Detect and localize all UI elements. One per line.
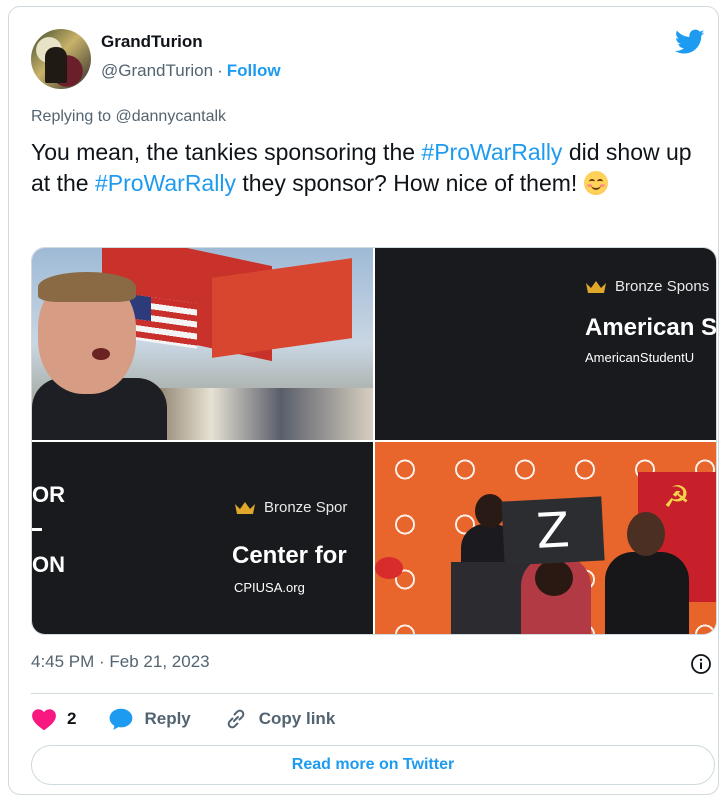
sign-holder-head — [535, 560, 573, 596]
logo-rule — [32, 528, 42, 531]
sponsor-org-url: AmericanStudentU — [585, 350, 695, 365]
sponsor-tier-label: Bronze Spons — [615, 278, 710, 295]
reply-button[interactable]: Reply — [108, 707, 191, 731]
foreground-man — [605, 512, 689, 634]
hashtag-link[interactable]: #ProWarRally — [421, 139, 562, 165]
crown-icon — [235, 501, 255, 514]
tweet-text-part: they sponsor? How nice of them! — [235, 170, 584, 196]
media-photo-sponsor-slide[interactable]: OR ON Bronze Spor Center for CPIUSA.org — [32, 442, 373, 634]
crowd — [142, 388, 373, 440]
display-name[interactable]: GrandTurion — [101, 32, 203, 52]
smiling-face-emoji-icon — [583, 171, 608, 195]
copy-link-button[interactable]: Copy link — [223, 707, 336, 731]
avatar[interactable] — [31, 29, 91, 89]
media-grid: Bronze Spons American S AmericanStudentU… — [31, 247, 717, 635]
media-photo-sponsor-slide[interactable]: Bronze Spons American S AmericanStudentU — [375, 248, 717, 440]
z-sign: Z — [501, 496, 605, 566]
handle[interactable]: @GrandTurion — [101, 61, 213, 80]
media-photo-stage[interactable]: ☭ Z — [375, 442, 716, 634]
sponsor-tier-row: Bronze Spons — [585, 278, 709, 295]
red-cap — [375, 557, 403, 579]
link-icon — [227, 709, 245, 729]
action-bar: 2 Reply Copy link — [31, 704, 367, 734]
hashtag-link[interactable]: #ProWarRally — [95, 170, 236, 196]
tweet-text: You mean, the tankies sponsoring the #Pr… — [31, 137, 701, 199]
hammer-sickle-icon: ☭ — [663, 481, 690, 514]
info-icon[interactable] — [690, 653, 712, 675]
copy-link-label: Copy link — [258, 709, 336, 728]
reply-label: Reply — [144, 709, 191, 728]
replying-to[interactable]: Replying to @dannycantalk — [31, 108, 226, 126]
sponsor-tier-label: Bronze Spor — [264, 499, 348, 516]
logo-fragment: OR — [32, 482, 65, 507]
sponsor-org-name: American S — [585, 314, 717, 341]
separator: · — [217, 61, 223, 80]
tweet-text-part: You mean, the tankies sponsoring the — [31, 139, 422, 165]
twitter-bird-icon[interactable] — [675, 29, 705, 55]
media-photo-rally[interactable] — [32, 248, 373, 440]
heart-icon — [32, 709, 56, 731]
sponsor-org-name: Center for — [232, 542, 347, 569]
like-button[interactable]: 2 — [31, 707, 76, 731]
tweet-card: GrandTurion @GrandTurion · Follow Replying… — [8, 6, 719, 795]
avatar-figure — [45, 47, 67, 83]
sponsor-tier-row: Bronze Spor — [234, 499, 347, 516]
divider — [31, 693, 713, 694]
logo-fragment: ON — [32, 552, 65, 577]
reply-bubble-icon — [110, 708, 133, 730]
tweet-timestamp[interactable]: 4:45 PM · Feb 21, 2023 — [31, 652, 210, 672]
read-more-button[interactable]: Read more on Twitter — [31, 745, 715, 785]
shouting-man — [32, 268, 167, 440]
crown-icon — [586, 280, 606, 293]
sponsor-org-url: CPIUSA.org — [234, 580, 305, 595]
like-count: 2 — [67, 709, 77, 728]
handle-row: @GrandTurion · Follow — [101, 61, 281, 81]
follow-link[interactable]: Follow — [227, 61, 281, 80]
